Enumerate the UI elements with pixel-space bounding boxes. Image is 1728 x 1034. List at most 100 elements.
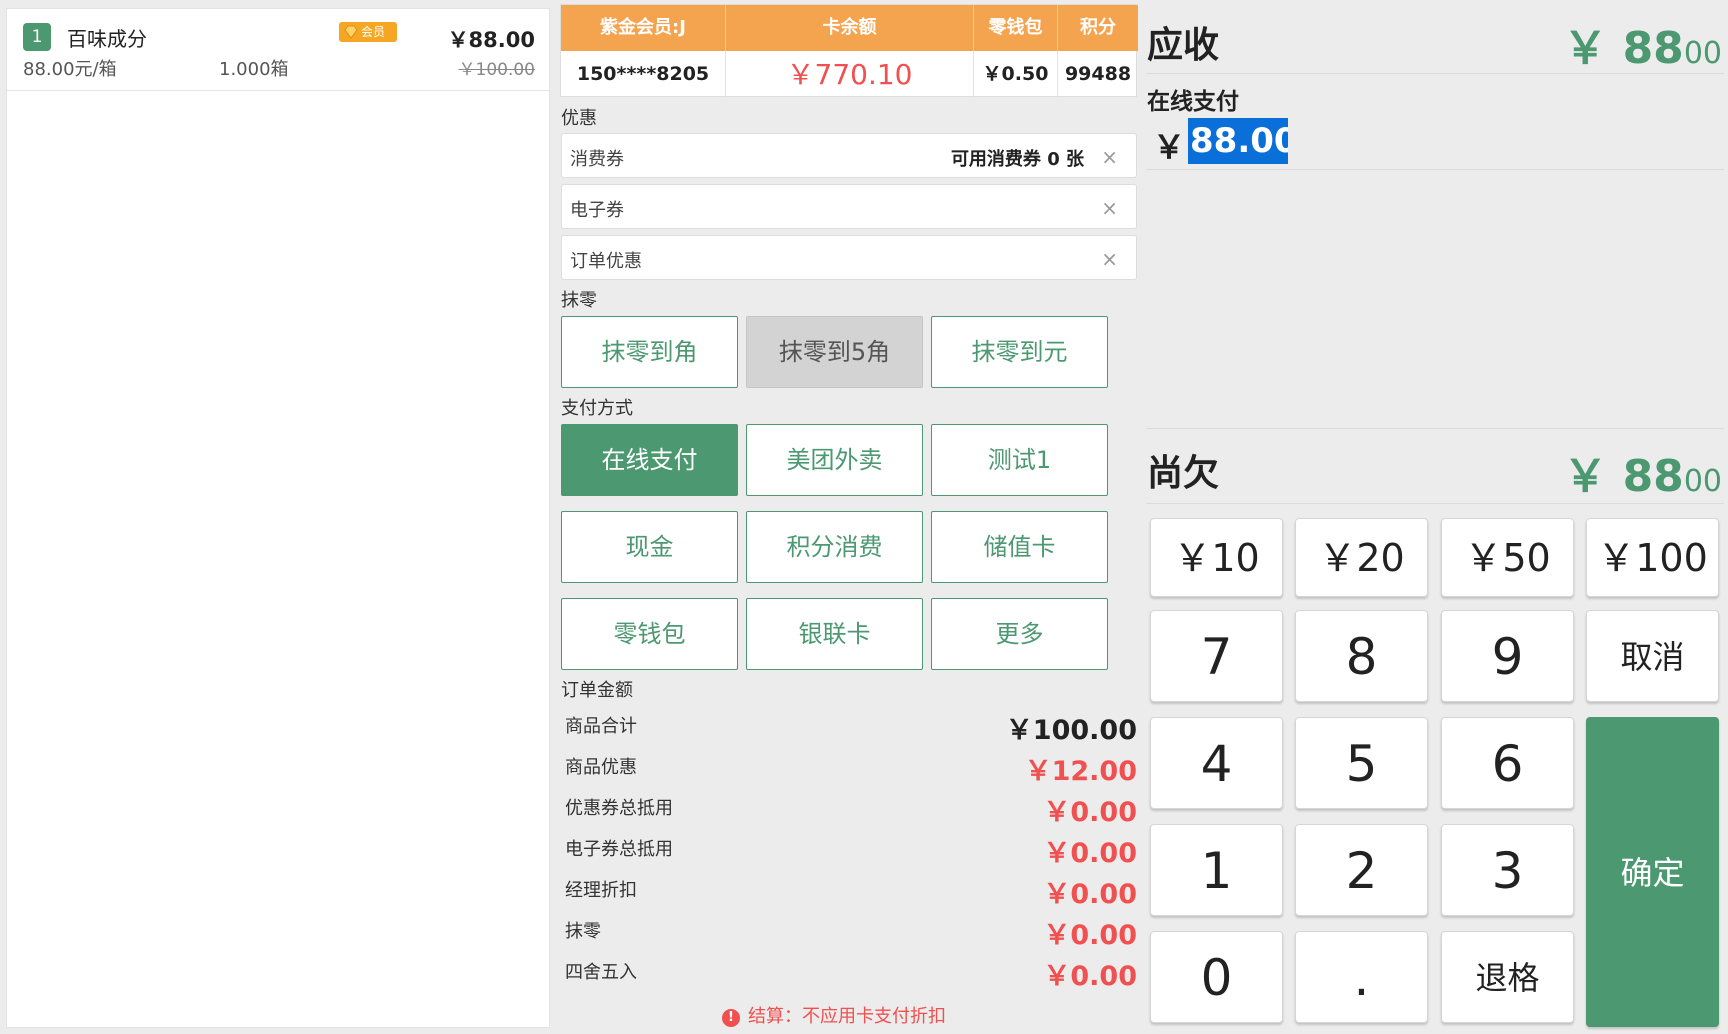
summary-label: 电子券总抵用 — [565, 839, 673, 860]
key-8[interactable]: 8 — [1295, 610, 1428, 702]
rounding-section-label: 抹零 — [561, 290, 597, 311]
pay-stored-card-button[interactable]: 储值卡 — [931, 511, 1108, 583]
summary-row-coupon-total: 优惠券总抵用 ￥0.00 — [565, 790, 1137, 828]
coupon-clear-icon[interactable]: × — [1101, 145, 1118, 169]
member-badge: 会员 — [339, 22, 397, 42]
member-points: 99488 — [1064, 63, 1132, 85]
key-0[interactable]: 0 — [1150, 931, 1283, 1023]
item-index: 1 — [23, 23, 51, 51]
summary-row-item-discount: 商品优惠 ￥12.00 — [565, 749, 1137, 787]
payment-section-label: 支付方式 — [561, 398, 633, 419]
cancel-button[interactable]: 取消 — [1586, 610, 1719, 702]
summary-value: ￥0.00 — [1043, 879, 1137, 910]
wallet-balance: ￥0.50 — [974, 51, 1058, 98]
discount-section-label: 优惠 — [561, 108, 597, 129]
pay-currency-symbol: ￥ — [1153, 128, 1186, 166]
summary-label: 四舍五入 — [565, 962, 637, 983]
balance-header: 卡余额 — [726, 5, 974, 51]
pay-cash-button[interactable]: 现金 — [561, 511, 738, 583]
key-4[interactable]: 4 — [1150, 717, 1283, 809]
round-to-5jiao-button[interactable]: 抹零到5角 — [746, 316, 923, 388]
order-discount-field[interactable]: 订单优惠 × — [561, 235, 1137, 280]
summary-row-ecoupon-total: 电子券总抵用 ￥0.00 — [565, 831, 1137, 869]
summary-row-manager-discount: 经理折扣 ￥0.00 — [565, 872, 1137, 910]
divider — [1146, 169, 1724, 170]
summary-row-subtotal: 商品合计 ￥100.00 — [565, 708, 1137, 746]
key-3[interactable]: 3 — [1441, 824, 1574, 916]
summary-value: ￥0.00 — [1043, 920, 1137, 951]
item-name: 百味成分 — [67, 27, 147, 51]
summary-label: 抹零 — [565, 921, 601, 942]
summary-label: 商品合计 — [565, 716, 637, 737]
member-level-header: 紫金会员:J — [561, 5, 726, 51]
key-2[interactable]: 2 — [1295, 824, 1428, 916]
member-phone: 150****8205 — [561, 51, 726, 98]
owed-amount: ￥ 8800 — [1563, 440, 1722, 504]
summary-label: 商品优惠 — [565, 757, 637, 778]
owed-label: 尚欠 — [1147, 453, 1220, 494]
member-badge-label: 会员 — [361, 25, 386, 39]
member-info-table: 紫金会员:J 卡余额 零钱包 积分 150****8205 ￥770.10 ￥0… — [560, 4, 1138, 98]
ecoupon-label: 电子券 — [570, 200, 624, 221]
coupon-available-count: 可用消费券 0 张 — [950, 149, 1084, 170]
receivable-amount: ￥ 8800 — [1563, 12, 1722, 76]
item-price: ￥88.00 — [447, 28, 535, 52]
order-discount-clear-icon[interactable]: × — [1101, 247, 1118, 271]
key-1[interactable]: 1 — [1150, 824, 1283, 916]
divider — [1146, 503, 1724, 504]
owed-amount-cents: 00 — [1683, 464, 1722, 499]
card-balance: ￥770.10 — [726, 51, 974, 98]
pay-more-button[interactable]: 更多 — [931, 598, 1108, 670]
round-to-jiao-button[interactable]: 抹零到角 — [561, 316, 738, 388]
key-7[interactable]: 7 — [1150, 610, 1283, 702]
diamond-icon — [344, 25, 358, 39]
item-quantity: 1.000箱 — [219, 59, 289, 80]
receivable-amount-cents: 00 — [1683, 36, 1722, 71]
receivable-amount-main: ￥ 88 — [1563, 23, 1684, 74]
alert-icon: ! — [722, 1009, 740, 1027]
confirm-button[interactable]: 确定 — [1586, 717, 1719, 1027]
owed-amount-main: ￥ 88 — [1563, 451, 1684, 502]
pay-online-button[interactable]: 在线支付 — [561, 424, 738, 496]
coupon-label: 消费券 — [570, 149, 624, 170]
summary-value: ￥12.00 — [1024, 756, 1137, 787]
points-header: 积分 — [1058, 5, 1138, 51]
divider — [1146, 428, 1724, 429]
cart-panel: 1 百味成分 会员 ￥88.00 88.00元/箱 1.000箱 ￥100.00 — [6, 8, 551, 1028]
key-decimal[interactable]: . — [1295, 931, 1428, 1023]
settle-note-text: 结算：不应用卡支付折扣 — [748, 1006, 946, 1027]
key-5[interactable]: 5 — [1295, 717, 1428, 809]
divider — [1146, 73, 1724, 74]
pay-meituan-button[interactable]: 美团外卖 — [746, 424, 923, 496]
summary-row-rounding: 抹零 ￥0.00 — [565, 913, 1137, 951]
pay-unionpay-button[interactable]: 银联卡 — [746, 598, 923, 670]
coupon-field[interactable]: 消费券 可用消费券 0 张 × — [561, 133, 1137, 178]
receivable-label: 应收 — [1147, 25, 1220, 66]
cart-item[interactable]: 1 百味成分 会员 ￥88.00 88.00元/箱 1.000箱 ￥100.00 — [7, 9, 551, 91]
summary-label: 优惠券总抵用 — [565, 798, 673, 819]
summary-value: ￥100.00 — [1005, 715, 1137, 746]
round-to-yuan-button[interactable]: 抹零到元 — [931, 316, 1108, 388]
quick-amount-100-button[interactable]: ￥100 — [1586, 518, 1719, 597]
pay-test1-button[interactable]: 测试1 — [931, 424, 1108, 496]
pay-amount-input[interactable] — [1188, 118, 1288, 164]
key-9[interactable]: 9 — [1441, 610, 1574, 702]
order-discount-label: 订单优惠 — [570, 251, 642, 272]
ecoupon-field[interactable]: 电子券 × — [561, 184, 1137, 229]
ecoupon-clear-icon[interactable]: × — [1101, 196, 1118, 220]
quick-amount-20-button[interactable]: ￥20 — [1295, 518, 1428, 597]
quick-amount-50-button[interactable]: ￥50 — [1441, 518, 1574, 597]
order-amount-section-label: 订单金额 — [561, 680, 633, 701]
summary-value: ￥0.00 — [1043, 797, 1137, 828]
quick-amount-10-button[interactable]: ￥10 — [1150, 518, 1283, 597]
summary-label: 经理折扣 — [565, 880, 637, 901]
backspace-button[interactable]: 退格 — [1441, 931, 1574, 1023]
online-pay-label: 在线支付 — [1147, 89, 1239, 115]
item-unit-price: 88.00元/箱 — [23, 59, 117, 80]
key-6[interactable]: 6 — [1441, 717, 1574, 809]
pay-wallet-button[interactable]: 零钱包 — [561, 598, 738, 670]
pay-points-button[interactable]: 积分消费 — [746, 511, 923, 583]
item-original-price: ￥100.00 — [458, 60, 535, 80]
settle-note: ! 结算：不应用卡支付折扣 — [722, 1002, 946, 1028]
summary-value: ￥0.00 — [1043, 838, 1137, 869]
